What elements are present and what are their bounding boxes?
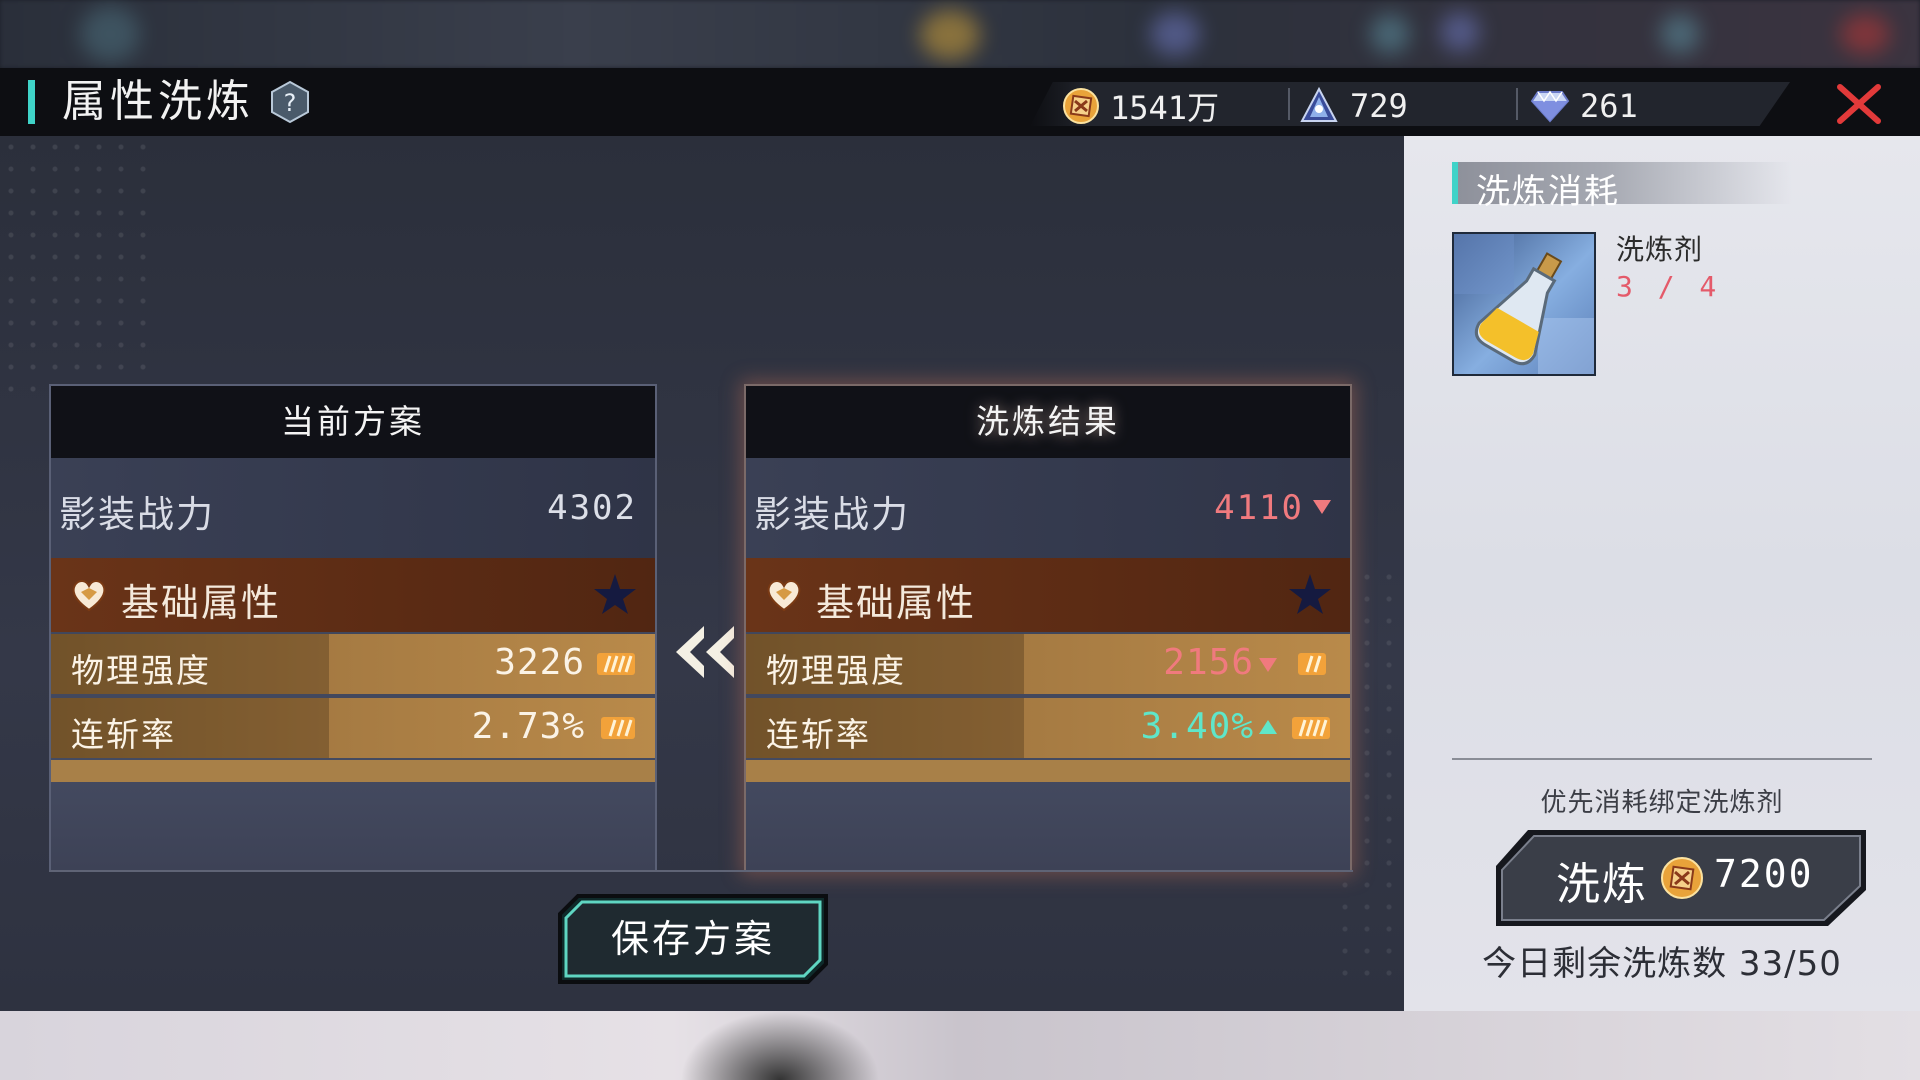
- attribute-title: 基础属性: [121, 581, 282, 625]
- attribute-name: 连斩率: [766, 715, 871, 754]
- gold-coin-icon: [1661, 857, 1703, 899]
- down-arrow-icon: [1313, 500, 1331, 514]
- blue-crystal-icon: [1300, 87, 1338, 122]
- refine-label: 洗炼: [1556, 859, 1648, 910]
- cost-title: 洗炼消耗: [1452, 162, 1792, 212]
- background-pattern: [0, 136, 160, 396]
- potion-bottle-icon: [1454, 234, 1594, 374]
- double-chevron-left-icon: [676, 626, 734, 678]
- save-button-label: 保存方案: [610, 917, 775, 961]
- power-row: 影装战力 4302: [51, 458, 655, 558]
- star-icon[interactable]: [593, 572, 637, 616]
- blurred-background-bottom: [0, 1011, 1920, 1080]
- power-value: 4302: [547, 488, 637, 528]
- power-value: 4110: [1214, 488, 1304, 528]
- down-arrow-icon: [1259, 658, 1277, 672]
- attribute-title: 基础属性: [816, 581, 977, 625]
- save-plan-button[interactable]: 保存方案: [558, 894, 828, 984]
- refine-button[interactable]: 洗炼 7200: [1494, 828, 1868, 928]
- refine-cost: 7200: [1714, 852, 1814, 896]
- power-row: 影装战力 4110: [746, 458, 1350, 558]
- diamond-amount: 261: [1580, 87, 1638, 125]
- divider: [49, 870, 1353, 872]
- quality-stripes-icon: [597, 653, 635, 675]
- refine-agent-item[interactable]: [1452, 232, 1596, 376]
- diamond-icon: [1530, 90, 1570, 123]
- heart-icon: [767, 580, 801, 612]
- item-name: 洗炼剂: [1616, 233, 1704, 266]
- cost-title-text: 洗炼消耗: [1476, 172, 1620, 212]
- attribute-value: 3226: [494, 642, 585, 683]
- attribute-name: 物理强度: [766, 651, 906, 690]
- star-icon[interactable]: [1288, 572, 1332, 616]
- row-footer: [51, 760, 655, 782]
- power-label: 影装战力: [59, 493, 215, 536]
- page-title: 属性洗炼: [62, 76, 254, 127]
- panel-title: 洗炼结果: [746, 386, 1350, 458]
- currency-separator: [1516, 88, 1518, 120]
- currency-diamond[interactable]: 261: [1530, 86, 1638, 126]
- close-icon[interactable]: [1836, 84, 1882, 124]
- gold-amount: 1541万: [1110, 89, 1220, 127]
- row-footer: [746, 760, 1350, 782]
- currency-crystal[interactable]: 729: [1298, 86, 1408, 126]
- attribute-value: 2.73%: [471, 706, 585, 747]
- attribute-row-physical: 物理强度 3226: [51, 634, 655, 694]
- currency-gold[interactable]: 1541万: [1062, 86, 1220, 127]
- quality-stripes-icon: [1292, 717, 1330, 739]
- attribute-row-combo: 连斩率 3.40%: [746, 698, 1350, 758]
- up-arrow-icon: [1259, 720, 1277, 734]
- divider: [1452, 758, 1872, 760]
- currency-separator: [1288, 88, 1290, 120]
- help-icon[interactable]: ?: [268, 80, 312, 124]
- panel-title: 当前方案: [51, 386, 655, 458]
- power-label: 影装战力: [754, 493, 910, 536]
- attribute-value: 2156: [1163, 642, 1254, 683]
- quality-stripes-icon: [601, 717, 635, 739]
- attribute-value: 3.40%: [1140, 706, 1254, 747]
- main-panel: 当前方案 影装战力 4302 基础属性 物理强度 3226 连斩率 2.73% …: [0, 136, 1404, 1011]
- attribute-name: 物理强度: [71, 651, 211, 690]
- attribute-row-physical: 物理强度 2156: [746, 634, 1350, 694]
- remaining-refines-text: 今日剩余洗炼数 33/50: [1482, 944, 1842, 984]
- attribute-name: 连斩率: [71, 715, 176, 754]
- attribute-header: 基础属性: [51, 558, 655, 632]
- heart-icon: [72, 580, 106, 612]
- gold-coin-icon: [1063, 88, 1099, 124]
- current-plan-panel: 当前方案 影装战力 4302 基础属性 物理强度 3226 连斩率 2.73%: [49, 384, 657, 872]
- panel-title-text: 洗炼结果: [976, 402, 1120, 441]
- svg-text:?: ?: [284, 89, 297, 117]
- attribute-row-combo: 连斩率 2.73%: [51, 698, 655, 758]
- quality-stripes-icon: [1298, 653, 1326, 675]
- refine-cost-panel: 洗炼消耗 洗炼剂 3 / 4 优先消耗绑定洗炼剂 洗炼 7200 今日剩余洗炼数…: [1404, 136, 1920, 1011]
- item-count: 3 / 4: [1616, 270, 1721, 303]
- blurred-background-top: [0, 0, 1920, 68]
- prefer-bound-agent-label[interactable]: 优先消耗绑定洗炼剂: [1404, 782, 1920, 819]
- title-accent: [28, 80, 35, 124]
- crystal-amount: 729: [1350, 87, 1408, 125]
- attribute-header: 基础属性: [746, 558, 1350, 632]
- refine-result-panel: 洗炼结果 影装战力 4110 基础属性 物理强度 2156 连斩率 3.40%: [744, 384, 1352, 872]
